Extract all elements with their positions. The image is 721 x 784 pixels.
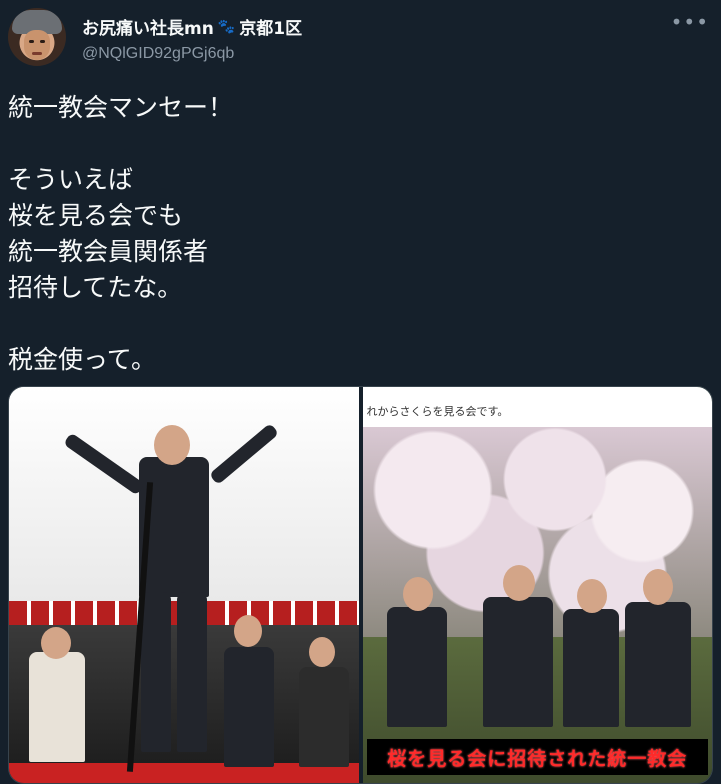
display-name-suffix: 京都1区 (239, 19, 303, 39)
tweet-media[interactable]: れからさくらを見る会です。 桜を見る会に招待された統一教会 (8, 386, 713, 784)
photo-left[interactable] (9, 387, 359, 783)
banner-text: 桜を見る会に招待された統一教会 (387, 747, 688, 770)
photo-banner: 桜を見る会に招待された統一教会 (366, 739, 708, 775)
author-names: お尻痛い社長mn 🐾 京都1区 @NQlGID92gPGj6qb (82, 14, 302, 63)
tweet: お尻痛い社長mn 🐾 京都1区 @NQlGID92gPGj6qb ••• 統一教… (0, 0, 721, 784)
paw-prints-icon: 🐾 (217, 18, 236, 35)
photo-right[interactable]: れからさくらを見る会です。 桜を見る会に招待された統一教会 (362, 387, 712, 783)
display-name-link[interactable]: お尻痛い社長mn 🐾 京都1区 (82, 14, 303, 40)
user-handle[interactable]: @NQlGID92gPGj6qb (82, 45, 302, 63)
more-horizontal-icon[interactable]: ••• (671, 12, 709, 32)
photo-caption: れからさくらを見る会です。 (362, 387, 712, 427)
avatar[interactable] (8, 8, 66, 66)
tweet-text: 統一教会マンセー！ そういえば 桜を見る会でも 統一教会員関係者 招待してたな。… (8, 93, 234, 374)
display-name: お尻痛い社長mn (82, 19, 214, 39)
tweet-header: お尻痛い社長mn 🐾 京都1区 @NQlGID92gPGj6qb ••• (8, 8, 713, 70)
